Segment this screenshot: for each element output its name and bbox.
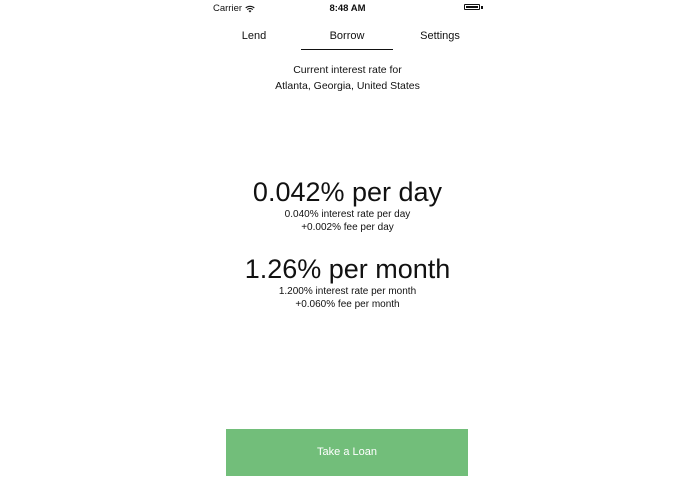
monthly-fee: +0.060% fee per month [295,299,400,310]
battery-icon [464,4,480,10]
battery-tip [481,6,483,9]
selected-tab-indicator [301,49,393,50]
daily-fee: +0.002% fee per day [301,222,394,233]
tab-borrow[interactable]: Borrow [301,22,393,52]
tab-settings[interactable]: Settings [394,22,486,52]
location-name: Atlanta, Georgia, United States [275,80,420,92]
take-a-loan-button[interactable]: Take a Loan [226,429,468,476]
monthly-rate-headline: 1.26% per month [244,254,451,284]
status-bar: Carrier 8:48 AM [0,0,695,16]
location-caption: Current interest rate for [293,64,402,76]
monthly-interest-rate: 1.200% interest rate per month [278,286,417,297]
tab-lend[interactable]: Lend [208,22,300,52]
daily-interest-rate: 0.040% interest rate per day [284,209,411,220]
daily-rate-headline: 0.042% per day [252,177,443,207]
location-header: Current interest rate for Atlanta, Georg… [0,62,695,94]
status-time: 8:48 AM [329,3,366,14]
monthly-rate-block: 1.26% per month 1.200% interest rate per… [0,253,695,311]
tab-bar: Lend Borrow Settings [208,22,486,52]
daily-rate-block: 0.042% per day 0.040% interest rate per … [0,176,695,234]
